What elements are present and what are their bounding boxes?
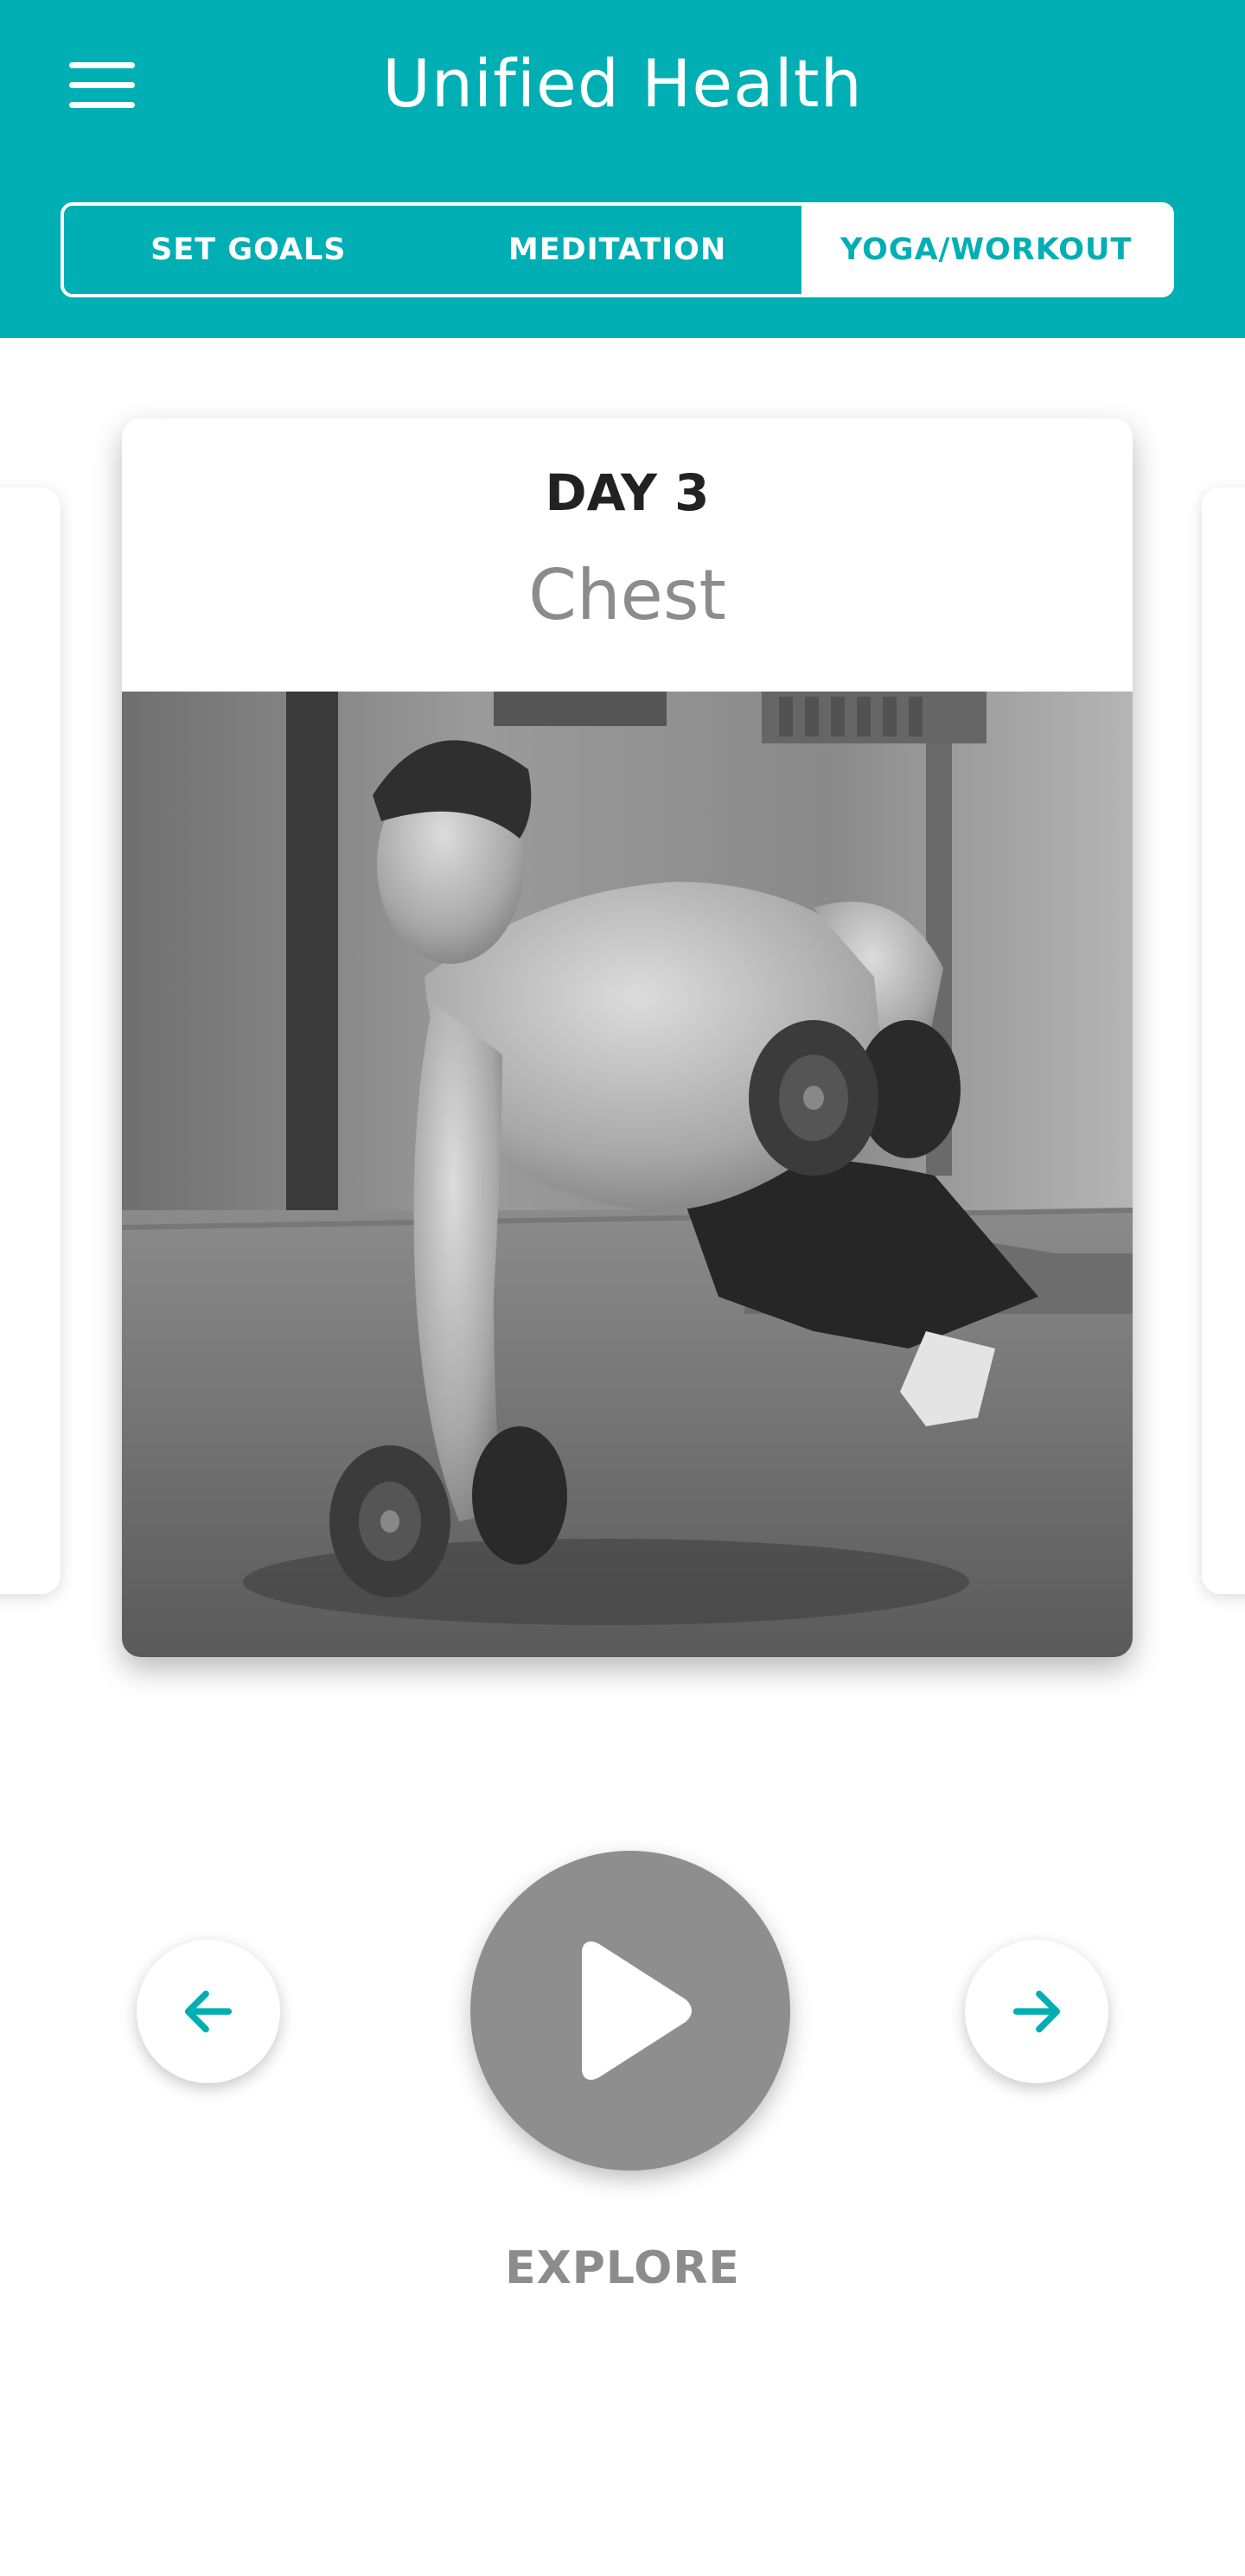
workout-day-card[interactable]: DAY 3 Chest [122,418,1133,1657]
explore-button[interactable]: EXPLORE [0,2242,1245,2294]
next-button[interactable] [965,1940,1108,2083]
arrow-left-icon [184,1990,233,2033]
tab-yoga-workout[interactable]: YOGA/WORKOUT [801,206,1171,294]
play-button[interactable] [470,1851,790,2171]
day-label: DAY 3 [545,463,710,522]
tab-set-goals[interactable]: SET GOALS [64,206,433,294]
next-day-card[interactable] [1202,488,1245,1594]
app-title: Unified Health [382,45,863,122]
workout-photo [122,692,1133,1657]
muscle-group-label: Chest [528,555,726,635]
previous-day-card[interactable] [0,488,61,1594]
previous-button[interactable] [137,1940,280,2083]
arrow-right-icon [1012,1990,1061,2033]
tab-meditation[interactable]: MEDITATION [433,206,802,294]
play-icon [582,1942,692,2080]
tab-bar: SET GOALS MEDITATION YOGA/WORKOUT [61,202,1174,297]
app-header: Unified Health SET GOALS MEDITATION YOGA… [0,0,1245,338]
